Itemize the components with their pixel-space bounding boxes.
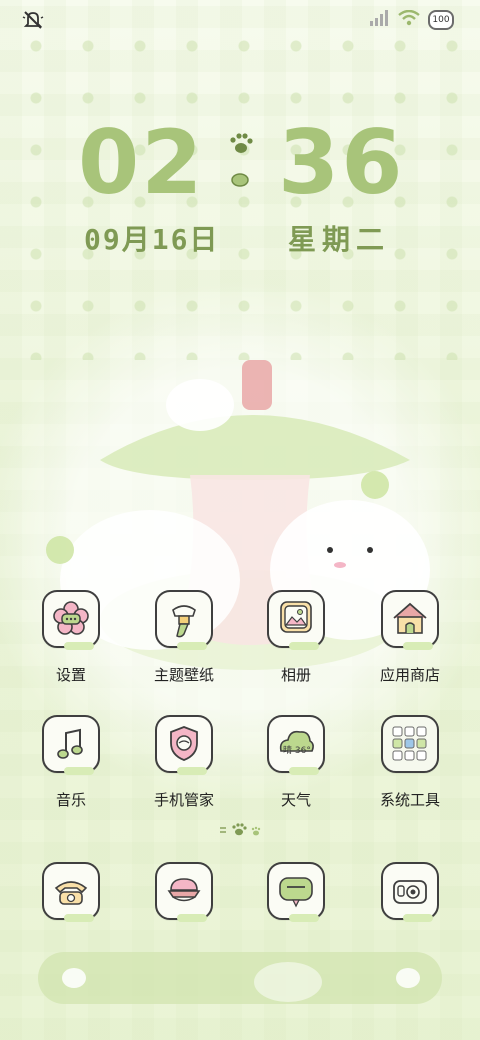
music-note-icon xyxy=(42,715,100,775)
app-themes[interactable]: 主题壁纸 xyxy=(134,590,234,685)
signal-bars-icon xyxy=(370,10,390,30)
camera-icon xyxy=(381,862,439,922)
weekday-label: 星期二 xyxy=(288,223,391,256)
clock-hours: 02 xyxy=(78,111,205,214)
app-store[interactable]: 应用商店 xyxy=(360,590,460,685)
paint-brush-icon xyxy=(155,590,213,650)
app-label: 应用商店 xyxy=(379,666,440,684)
app-gallery[interactable]: 相册 xyxy=(246,590,346,685)
app-label: 音乐 xyxy=(55,791,86,809)
app-phone-manager[interactable]: 手机管家 xyxy=(134,715,234,810)
app-label: 手机管家 xyxy=(153,791,214,809)
app-camera[interactable] xyxy=(360,862,460,922)
shield-icon xyxy=(155,715,213,775)
app-label: 主题壁纸 xyxy=(153,666,214,684)
chat-bubble-icon xyxy=(267,862,325,922)
svg-text:晴 36°: 晴 36° xyxy=(283,744,311,756)
dock-bar xyxy=(38,952,442,1004)
app-label: 系统工具 xyxy=(379,791,440,809)
wifi-icon xyxy=(398,9,420,30)
app-label: 设置 xyxy=(55,666,86,684)
flower-settings-icon xyxy=(42,590,100,650)
house-store-icon xyxy=(381,590,439,650)
paw-icon xyxy=(228,128,254,198)
date-label: 09月16日 xyxy=(84,223,220,256)
app-phone[interactable] xyxy=(21,862,121,922)
page-indicator[interactable] xyxy=(220,822,264,838)
folder-grid-icon xyxy=(381,715,439,773)
bell-off-icon xyxy=(22,10,44,34)
app-settings[interactable]: 设置 xyxy=(21,590,121,685)
app-label: 天气 xyxy=(280,791,311,809)
app-label: 相册 xyxy=(280,666,311,684)
app-messages[interactable] xyxy=(134,862,234,922)
status-bar: 100 xyxy=(0,0,480,40)
app-weather[interactable]: 晴 36° 天气 xyxy=(246,715,346,810)
clock-minutes: 36 xyxy=(278,111,405,214)
messages-icon xyxy=(155,862,213,922)
app-music[interactable]: 音乐 xyxy=(21,715,121,810)
app-chat[interactable] xyxy=(246,862,346,922)
clock-widget[interactable]: 02 36 xyxy=(0,118,480,208)
app-system-tools-folder[interactable]: 系统工具 xyxy=(360,715,460,810)
photo-album-icon xyxy=(267,590,325,650)
battery-indicator: 100 xyxy=(428,10,454,30)
weather-cloud-icon: 晴 36° xyxy=(267,715,325,775)
phone-icon xyxy=(42,862,100,922)
